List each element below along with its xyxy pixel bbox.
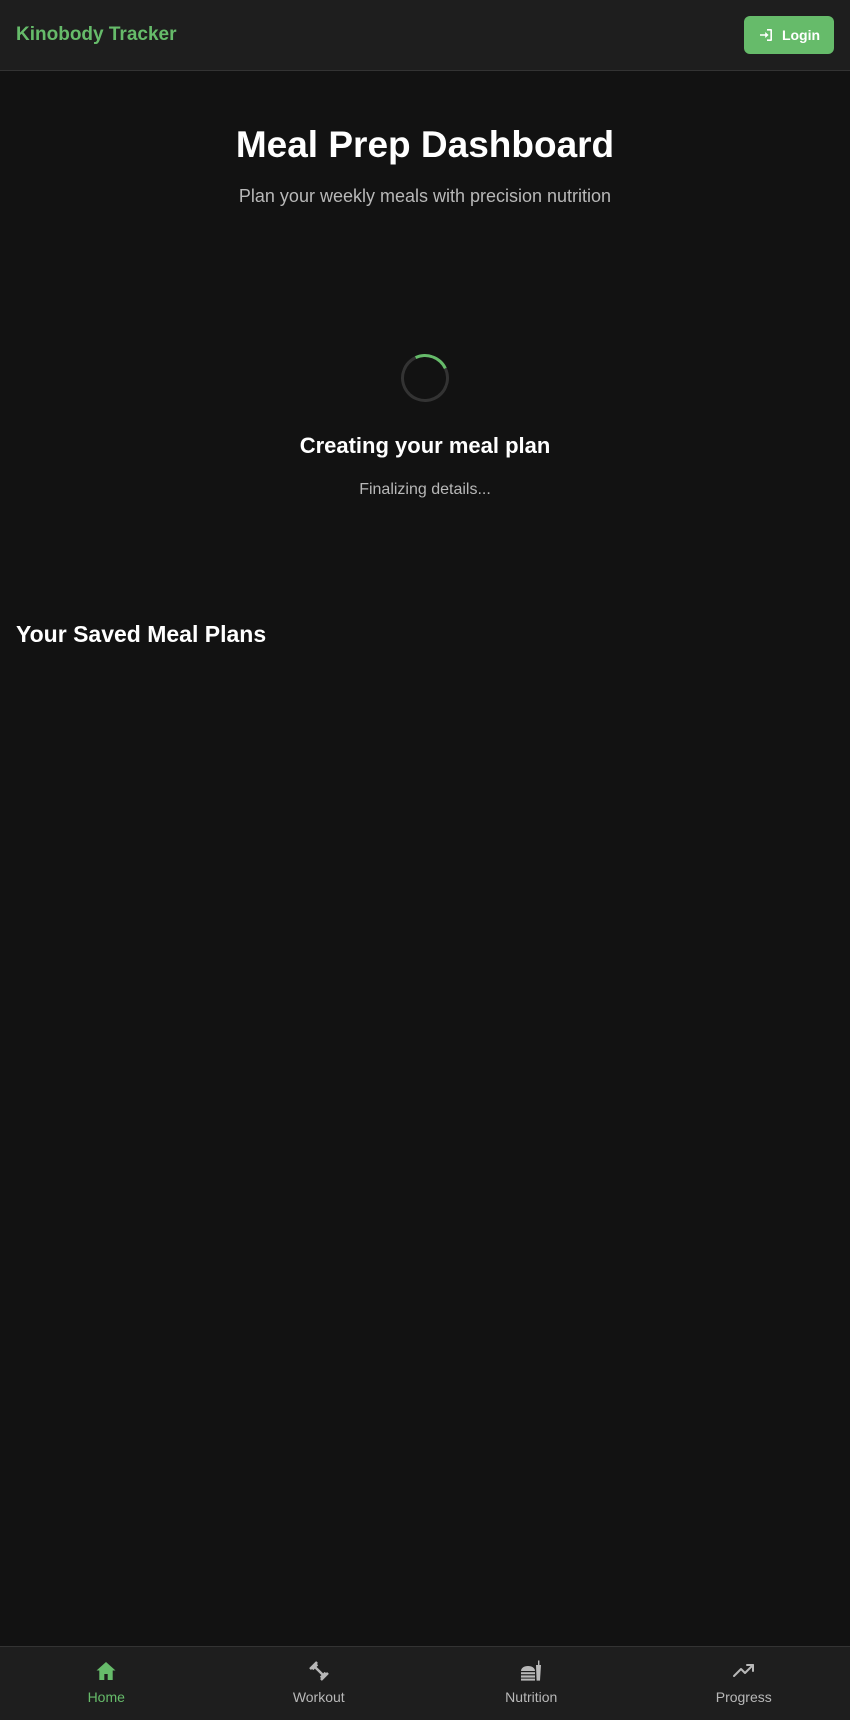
loading-title: Creating your meal plan	[299, 433, 551, 458]
loading-spinner	[394, 347, 456, 409]
login-button[interactable]: Login	[744, 16, 834, 54]
login-label: Login	[781, 27, 821, 43]
page-title: Meal Prep Dashboard	[235, 124, 615, 165]
nav-label-home: Home	[87, 1689, 125, 1705]
nav-label-progress: Progress	[715, 1689, 772, 1705]
sign-in-icon	[759, 29, 772, 41]
saved-plans-title: Your Saved Meal Plans	[16, 621, 267, 647]
food-icon	[521, 1660, 542, 1681]
nav-item-home[interactable]: Home	[0, 1647, 213, 1720]
page-subtitle: Plan your weekly meals with precision nu…	[238, 186, 612, 206]
app-root: Kinobody Tracker Login Meal Prep Dashboa…	[0, 0, 850, 1720]
bottom-nav: Home Workout Nutrition Progress	[0, 1646, 850, 1720]
top-header: Kinobody Tracker Login	[0, 0, 850, 71]
nav-item-progress[interactable]: Progress	[638, 1647, 850, 1720]
brand-title[interactable]: Kinobody Tracker	[16, 24, 177, 46]
trend-up-icon	[732, 1664, 754, 1677]
loading-status: Finalizing details...	[359, 481, 491, 498]
dumbbell-icon	[309, 1661, 329, 1681]
nav-item-workout[interactable]: Workout	[213, 1647, 426, 1720]
home-icon	[96, 1662, 116, 1680]
nav-label-workout: Workout	[292, 1689, 345, 1705]
nav-label-nutrition: Nutrition	[505, 1689, 558, 1705]
nav-item-nutrition[interactable]: Nutrition	[425, 1647, 638, 1720]
